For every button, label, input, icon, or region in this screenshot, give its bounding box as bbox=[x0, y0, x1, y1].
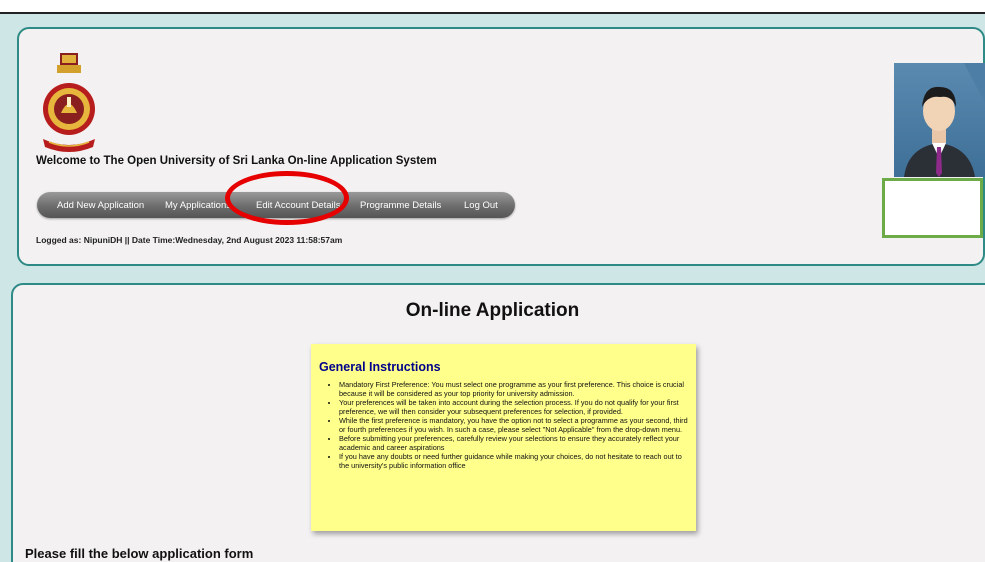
instruction-item: Your preferences will be taken into acco… bbox=[339, 398, 688, 416]
instruction-item: If you have any doubts or need further g… bbox=[339, 452, 688, 470]
profile-avatar bbox=[894, 63, 985, 177]
form-heading: Please fill the below application form bbox=[25, 546, 254, 561]
nav-edit-account-details[interactable]: Edit Account Details bbox=[256, 200, 341, 211]
page-title: On-line Application bbox=[405, 300, 580, 321]
login-status: Logged as: NipuniDH || Date Time:Wednesd… bbox=[36, 235, 343, 245]
instruction-item: Mandatory First Preference: You must sel… bbox=[339, 380, 688, 398]
photo-upload-frame[interactable] bbox=[882, 178, 983, 238]
top-divider bbox=[0, 0, 985, 14]
main-navigation: Add New Application My Applications Edit… bbox=[37, 192, 515, 218]
page: Welcome to The Open University of Sri La… bbox=[0, 0, 985, 562]
university-logo-icon bbox=[43, 53, 95, 152]
nav-my-applications[interactable]: My Applications bbox=[165, 200, 231, 211]
nav-programme-details[interactable]: Programme Details bbox=[360, 200, 441, 211]
general-instructions-box: General Instructions Mandatory First Pre… bbox=[311, 344, 696, 531]
nav-add-new-application[interactable]: Add New Application bbox=[57, 200, 144, 211]
user-avatar-icon bbox=[904, 63, 985, 177]
instruction-item: While the first preference is mandatory,… bbox=[339, 416, 688, 434]
nav-log-out[interactable]: Log Out bbox=[464, 200, 498, 211]
instructions-heading: General Instructions bbox=[319, 360, 441, 374]
welcome-message: Welcome to The Open University of Sri La… bbox=[36, 155, 437, 167]
instruction-item: Before submitting your preferences, care… bbox=[339, 434, 688, 452]
instructions-list: Mandatory First Preference: You must sel… bbox=[319, 380, 688, 470]
header-panel: Welcome to The Open University of Sri La… bbox=[17, 27, 985, 266]
